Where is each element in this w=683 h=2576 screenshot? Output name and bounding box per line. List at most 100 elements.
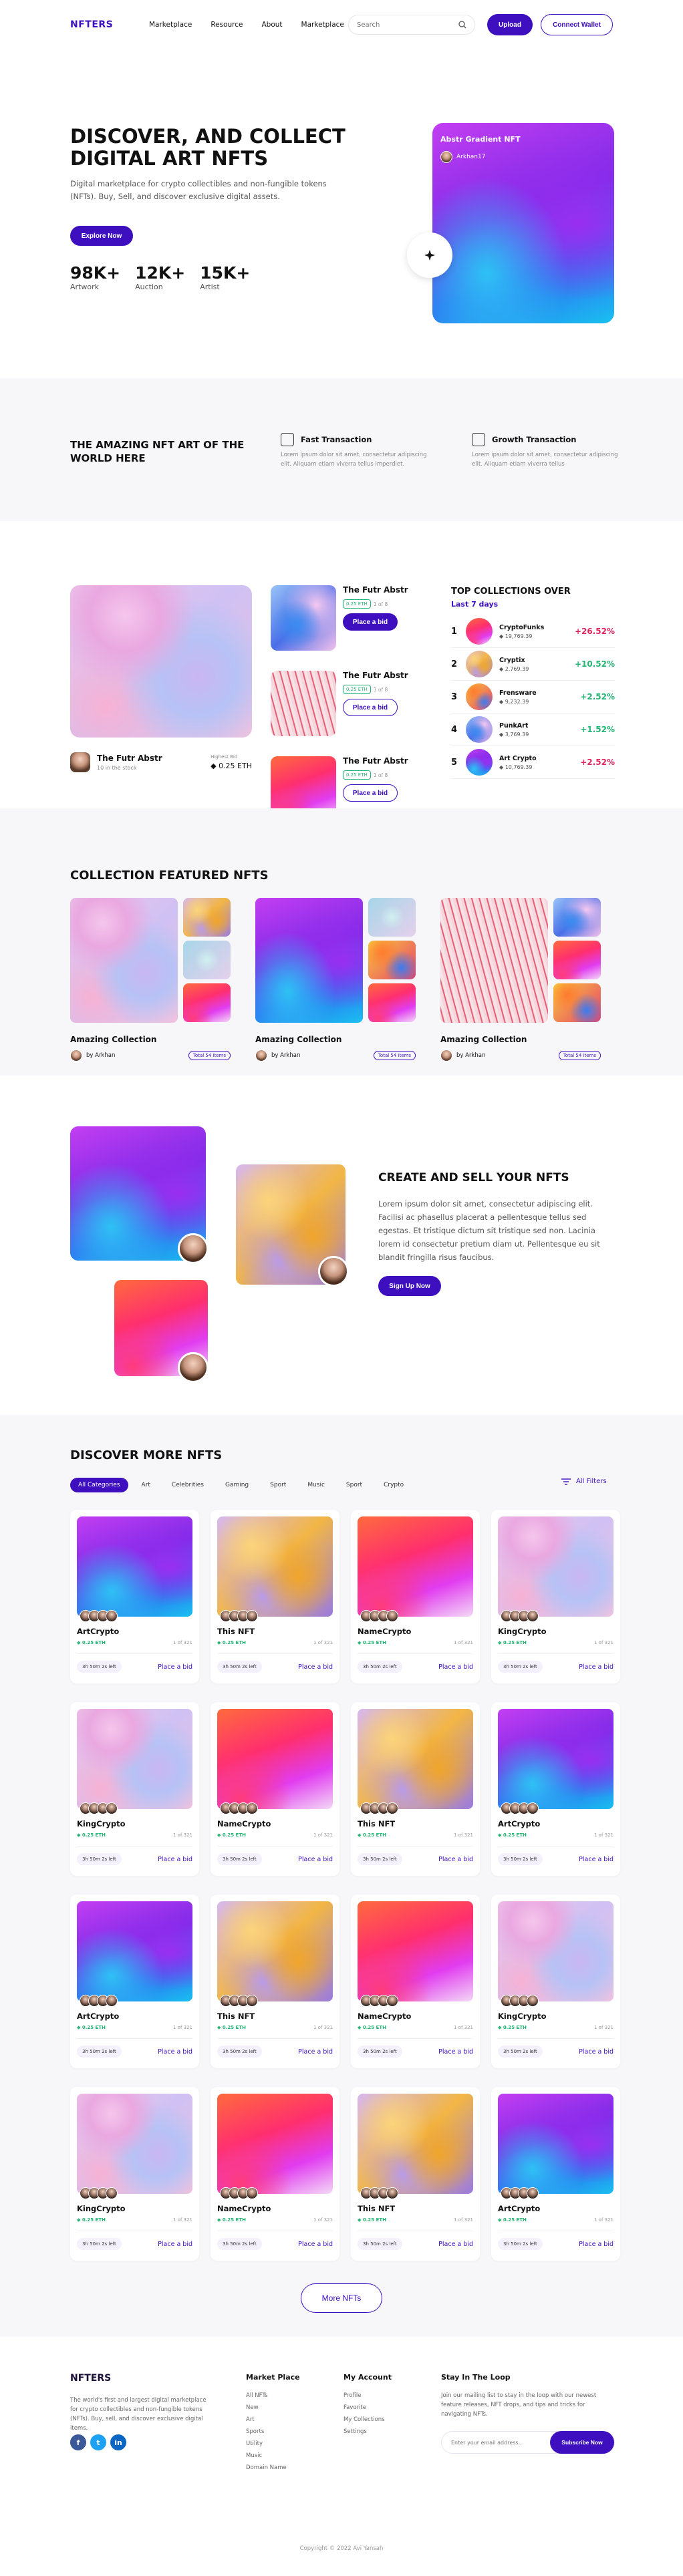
- nft-card[interactable]: This NFT ◆ 0.25 ETH 1 of 321 3h 50m 2s le…: [351, 1702, 480, 1876]
- facebook-icon[interactable]: f: [70, 2434, 86, 2450]
- nft-card[interactable]: NameCrypto ◆ 0.25 ETH 1 of 321 3h 50m 2s …: [351, 1510, 480, 1683]
- nft-card[interactable]: This NFT ◆ 0.25 ETH 1 of 321 3h 50m 2s le…: [211, 1895, 339, 2068]
- mini-card[interactable]: The Futr Abstr 0.25 ETH 1 of 8 Place a bi…: [271, 671, 423, 736]
- nav-link-marketplace-2[interactable]: Marketplace: [301, 21, 344, 29]
- explore-now-button[interactable]: Explore Now: [70, 226, 133, 246]
- place-bid-link[interactable]: Place a bid: [438, 1856, 473, 1863]
- filter-chip[interactable]: Crypto: [376, 1478, 412, 1492]
- nft-price: ◆ 0.25 ETH: [498, 2025, 527, 2030]
- nft-card[interactable]: KingCrypto ◆ 0.25 ETH 1 of 321 3h 50m 2s …: [491, 1510, 620, 1683]
- nft-card[interactable]: ArtCrypto ◆ 0.25 ETH 1 of 321 3h 50m 2s l…: [70, 1510, 199, 1683]
- footer-link[interactable]: Favorite: [344, 2404, 392, 2411]
- all-filters-button[interactable]: All Filters: [561, 1478, 607, 1485]
- filter-chip[interactable]: Music: [299, 1478, 333, 1492]
- nft-grid: ArtCrypto ◆ 0.25 ETH 1 of 321 3h 50m 2s l…: [70, 1510, 620, 2261]
- upload-button[interactable]: Upload: [487, 14, 533, 35]
- place-bid-link[interactable]: Place a bid: [158, 1856, 192, 1863]
- featured-big-card[interactable]: The Futr Abstr 10 in the stock Highest B…: [70, 585, 252, 780]
- subscribe-button[interactable]: Subscribe Now: [550, 2431, 614, 2454]
- footer-link[interactable]: My Collections: [344, 2416, 392, 2423]
- place-bid-link[interactable]: Place a bid: [579, 1663, 613, 1671]
- collection-row[interactable]: 1 CryptoFunks ◆ 19,769.39 +26.52%: [451, 615, 615, 648]
- collection-card[interactable]: Amazing Collection by Arkhan Total 54 ite…: [255, 898, 416, 1062]
- nft-card[interactable]: NameCrypto ◆ 0.25 ETH 1 of 321 3h 50m 2s …: [211, 1702, 339, 1876]
- filter-chip[interactable]: Celebrities: [164, 1478, 212, 1492]
- place-bid-link[interactable]: Place a bid: [298, 2241, 333, 2248]
- collection-change: +10.52%: [574, 659, 615, 669]
- nft-card[interactable]: ArtCrypto ◆ 0.25 ETH 1 of 321 3h 50m 2s l…: [491, 1702, 620, 1876]
- footer-logo[interactable]: NFTERS: [70, 2373, 111, 2384]
- logo[interactable]: NFTERS: [70, 19, 149, 30]
- nft-card[interactable]: KingCrypto ◆ 0.25 ETH 1 of 321 3h 50m 2s …: [491, 1895, 620, 2068]
- nav-link-marketplace[interactable]: Marketplace: [149, 21, 192, 29]
- place-bid-link[interactable]: Place a bid: [438, 1663, 473, 1671]
- footer-market-column: Market Place All NFTs New Art Sports Utility…: [246, 2373, 300, 2476]
- collection-total-badge[interactable]: Total 54 items: [188, 1051, 231, 1060]
- place-bid-link[interactable]: Place a bid: [579, 2048, 613, 2056]
- more-nfts-button[interactable]: More NFTs: [301, 2283, 382, 2313]
- nft-card[interactable]: This NFT ◆ 0.25 ETH 1 of 321 3h 50m 2s le…: [351, 2087, 480, 2261]
- mini-card[interactable]: The Futr Abstr 0.25 ETH 1 of 8 Place a bi…: [271, 585, 423, 651]
- place-bid-link[interactable]: Place a bid: [579, 1856, 613, 1863]
- collection-total-badge[interactable]: Total 54 items: [558, 1051, 601, 1060]
- place-bid-button[interactable]: Place a bid: [343, 699, 398, 716]
- footer-link[interactable]: Profile: [344, 2392, 392, 2399]
- collection-total-badge[interactable]: Total 54 items: [373, 1051, 416, 1060]
- footer-link[interactable]: Settings: [344, 2428, 392, 2435]
- place-bid-link[interactable]: Place a bid: [158, 2048, 192, 2056]
- place-bid-link[interactable]: Place a bid: [158, 1663, 192, 1671]
- nft-card[interactable]: NameCrypto ◆ 0.25 ETH 1 of 321 3h 50m 2s …: [351, 1895, 480, 2068]
- avatar: [70, 1050, 82, 1062]
- place-bid-link[interactable]: Place a bid: [438, 2048, 473, 2056]
- price-value: 0.25 ETH: [362, 2217, 386, 2223]
- collection-card[interactable]: Amazing Collection by Arkhan Total 54 ite…: [70, 898, 231, 1062]
- linkedin-icon[interactable]: in: [110, 2434, 126, 2450]
- footer-link[interactable]: New: [246, 2404, 300, 2411]
- footer-link[interactable]: Utility: [246, 2440, 300, 2447]
- filter-chip[interactable]: Art: [134, 1478, 158, 1492]
- nav-link-resource[interactable]: Resource: [211, 21, 243, 29]
- sign-up-button[interactable]: Sign Up Now: [378, 1276, 441, 1296]
- place-bid-button[interactable]: Place a bid: [343, 613, 398, 631]
- nft-card[interactable]: KingCrypto ◆ 0.25 ETH 1 of 321 3h 50m 2s …: [70, 2087, 199, 2261]
- connect-wallet-button[interactable]: Connect Wallet: [541, 14, 613, 35]
- collection-row[interactable]: 2 Cryptix ◆ 2,769.39 +10.52%: [451, 648, 615, 681]
- footer-link[interactable]: Art: [246, 2416, 300, 2423]
- filter-chip[interactable]: Sport: [262, 1478, 294, 1492]
- footer-link[interactable]: Domain Name: [246, 2464, 300, 2471]
- nft-card[interactable]: This NFT ◆ 0.25 ETH 1 of 321 3h 50m 2s le…: [211, 1510, 339, 1683]
- filter-chip[interactable]: Sport: [338, 1478, 370, 1492]
- collection-row[interactable]: 3 Frensware ◆ 9,232.39 +2.52%: [451, 681, 615, 713]
- top-collections-period[interactable]: Last 7 days: [451, 600, 615, 609]
- filter-chip[interactable]: All Categories: [70, 1478, 128, 1492]
- nft-card[interactable]: ArtCrypto ◆ 0.25 ETH 1 of 321 3h 50m 2s l…: [70, 1895, 199, 2068]
- place-bid-link[interactable]: Place a bid: [438, 2241, 473, 2248]
- nft-card[interactable]: KingCrypto ◆ 0.25 ETH 1 of 321 3h 50m 2s …: [70, 1702, 199, 1876]
- footer-link[interactable]: Sports: [246, 2428, 300, 2435]
- nft-footer: 3h 50m 2s left Place a bid: [498, 1846, 613, 1865]
- search-icon[interactable]: [458, 21, 466, 29]
- email-input[interactable]: [451, 2439, 531, 2446]
- twitter-icon[interactable]: t: [90, 2434, 106, 2450]
- place-bid-link[interactable]: Place a bid: [158, 2241, 192, 2248]
- collection-card[interactable]: Amazing Collection by Arkhan Total 54 ite…: [440, 898, 601, 1062]
- place-bid-link[interactable]: Place a bid: [298, 1663, 333, 1671]
- collection-row[interactable]: 4 PunkArt ◆ 3,769.39 +1.52%: [451, 713, 615, 746]
- filter-chip[interactable]: Gaming: [217, 1478, 257, 1492]
- hero-nft-card[interactable]: Abstr Gradient NFT Arkhan17: [432, 123, 614, 323]
- nft-card[interactable]: NameCrypto ◆ 0.25 ETH 1 of 321 3h 50m 2s …: [211, 2087, 339, 2261]
- nav-link-about[interactable]: About: [262, 21, 283, 29]
- place-bid-link[interactable]: Place a bid: [298, 2048, 333, 2056]
- place-bid-link[interactable]: Place a bid: [298, 1856, 333, 1863]
- footer-link[interactable]: Music: [246, 2452, 300, 2459]
- place-bid-link[interactable]: Place a bid: [579, 2241, 613, 2248]
- nft-footer: 3h 50m 2s left Place a bid: [498, 2038, 613, 2058]
- collection-name: Frensware: [499, 689, 537, 697]
- footer-link[interactable]: All NFTs: [246, 2392, 300, 2399]
- nft-price: ◆ 0.25 ETH: [77, 1832, 106, 1838]
- collection-row[interactable]: 5 Art Crypto ◆ 10,769.39 +2.52%: [451, 746, 615, 779]
- place-bid-button[interactable]: Place a bid: [343, 784, 398, 802]
- mini-count: 1 of 8: [373, 601, 388, 607]
- nft-card[interactable]: ArtCrypto ◆ 0.25 ETH 1 of 321 3h 50m 2s l…: [491, 2087, 620, 2261]
- search-input[interactable]: [357, 21, 450, 29]
